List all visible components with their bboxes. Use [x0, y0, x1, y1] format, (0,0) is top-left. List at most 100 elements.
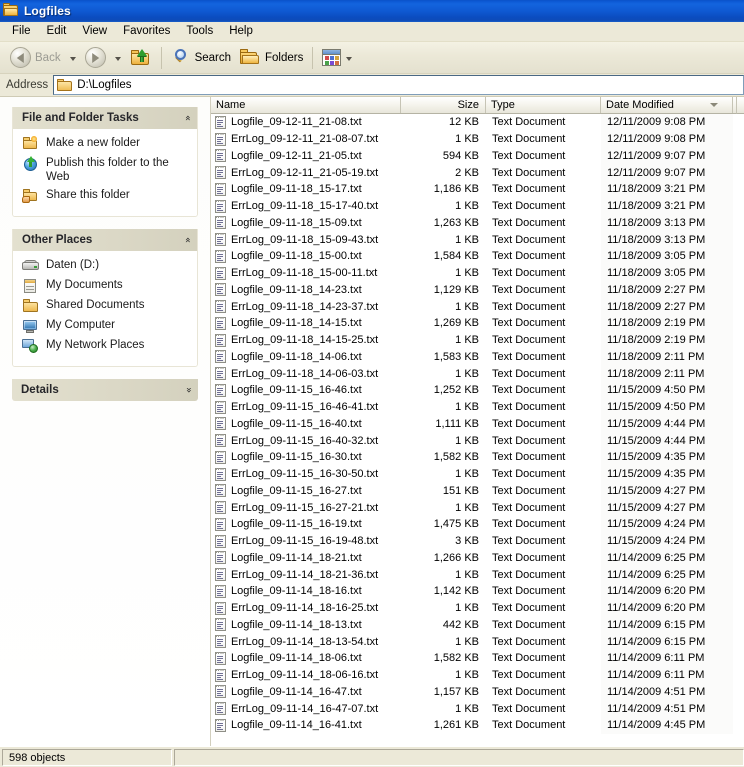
- column-header-name[interactable]: Name: [211, 97, 401, 113]
- table-row[interactable]: ErrLog_09-11-14_18-16-25.txt 1 KB Text Doc…: [211, 599, 744, 617]
- table-row[interactable]: Logfile_09-11-18_15-00.txt 1,584 KB Text D…: [211, 248, 744, 265]
- views-dropdown-chevron-icon[interactable]: [346, 56, 353, 61]
- table-row[interactable]: Logfile_09-11-14_18-21.txt 1,266 KB Text D…: [211, 549, 744, 567]
- cell-date-modified: 11/18/2009 3:21 PM: [601, 197, 733, 215]
- file-list-rows: Logfile_09-12-11_21-08.txt 12 KB Text Docu…: [211, 114, 744, 746]
- task-share-this-folder[interactable]: Share this folder: [22, 188, 191, 204]
- column-header-date-modified[interactable]: Date Modified: [601, 97, 733, 113]
- table-row[interactable]: Logfile_09-11-15_16-27.txt 151 KB Text Doc…: [211, 482, 744, 500]
- menu-item-view[interactable]: View: [74, 23, 115, 40]
- table-row[interactable]: Logfile_09-11-14_18-16.txt 1,142 KB Text D…: [211, 583, 744, 600]
- file-name: Logfile_09-11-18_15-00.txt: [231, 250, 362, 263]
- chevron-up-icon[interactable]: «: [182, 115, 193, 121]
- text-document-icon: [215, 534, 226, 548]
- table-row[interactable]: ErrLog_09-11-14_18-21-36.txt 1 KB Text Doc…: [211, 566, 744, 583]
- table-row[interactable]: ErrLog_09-11-18_14-23-37.txt 1 KB Text Doc…: [211, 298, 744, 315]
- back-button[interactable]: Back: [6, 46, 65, 70]
- cell-type: Text Document: [492, 618, 566, 631]
- cell-name: Logfile_09-11-18_15-09.txt: [211, 216, 401, 230]
- address-input[interactable]: D:\Logfiles: [53, 75, 744, 95]
- place-label: My Documents: [46, 279, 123, 291]
- table-row[interactable]: Logfile_09-11-14_16-41.txt 1,261 KB Text D…: [211, 717, 744, 734]
- table-row[interactable]: ErrLog_09-11-14_18-06-16.txt 1 KB Text Doc…: [211, 666, 744, 684]
- cell-name: Logfile_09-11-18_15-00.txt: [211, 249, 401, 263]
- folders-button[interactable]: Folders: [235, 46, 307, 70]
- table-row[interactable]: ErrLog_09-12-11_21-05-19.txt 2 KB Text Doc…: [211, 164, 744, 181]
- table-row[interactable]: ErrLog_09-11-18_14-15-25.txt 1 KB Text Doc…: [211, 331, 744, 349]
- new-folder-icon: [22, 136, 40, 152]
- table-row[interactable]: ErrLog_09-11-18_15-09-43.txt 1 KB Text Doc…: [211, 231, 744, 248]
- table-row[interactable]: ErrLog_09-11-14_16-47-07.txt 1 KB Text Doc…: [211, 700, 744, 717]
- cell-size: 1 KB: [455, 401, 479, 414]
- menu-item-edit[interactable]: Edit: [39, 23, 75, 40]
- column-header-type[interactable]: Type: [486, 97, 601, 113]
- toolbar-separator-2: [312, 46, 314, 69]
- cell-size: 1 KB: [455, 602, 479, 615]
- back-dropdown-chevron-icon[interactable]: [69, 56, 76, 61]
- cell-size: 2 KB: [455, 166, 479, 179]
- text-document-icon: [215, 568, 226, 582]
- table-row[interactable]: Logfile_09-11-18_14-15.txt 1,269 KB Text D…: [211, 315, 744, 332]
- table-row[interactable]: Logfile_09-11-18_14-23.txt 1,129 KB Text D…: [211, 281, 744, 299]
- cell-name: ErrLog_09-11-14_16-47-07.txt: [211, 702, 401, 716]
- forward-dropdown-chevron-icon[interactable]: [114, 56, 121, 61]
- table-row[interactable]: ErrLog_09-11-18_15-00-11.txt 1 KB Text Doc…: [211, 264, 744, 282]
- table-row[interactable]: ErrLog_09-11-15_16-30-50.txt 1 KB Text Doc…: [211, 465, 744, 483]
- cell-date-modified: 11/15/2009 4:24 PM: [601, 516, 733, 533]
- up-folder-icon: [130, 48, 152, 68]
- cell-date-modified: 11/14/2009 6:20 PM: [601, 599, 733, 617]
- file-name: Logfile_09-11-15_16-46.txt: [231, 384, 362, 397]
- table-row[interactable]: Logfile_09-11-15_16-46.txt 1,252 KB Text D…: [211, 382, 744, 399]
- table-row[interactable]: ErrLog_09-11-15_16-27-21.txt 1 KB Text Doc…: [211, 499, 744, 516]
- table-row[interactable]: Logfile_09-11-15_16-40.txt 1,111 KB Text D…: [211, 415, 744, 433]
- chevron-down-icon[interactable]: »: [183, 387, 194, 393]
- table-row[interactable]: ErrLog_09-11-15_16-40-32.txt 1 KB Text Doc…: [211, 432, 744, 449]
- table-row[interactable]: Logfile_09-11-14_16-47.txt 1,157 KB Text D…: [211, 683, 744, 701]
- table-row[interactable]: ErrLog_09-11-15_16-19-48.txt 3 KB Text Doc…: [211, 532, 744, 550]
- table-row[interactable]: Logfile_09-12-11_21-05.txt 594 KB Text Doc…: [211, 147, 744, 165]
- table-row[interactable]: Logfile_09-12-11_21-08.txt 12 KB Text Docu…: [211, 114, 744, 131]
- table-row[interactable]: Logfile_09-11-18_14-06.txt 1,583 KB Text D…: [211, 348, 744, 366]
- menu-item-file[interactable]: File: [4, 23, 39, 40]
- menu-item-help[interactable]: Help: [221, 23, 261, 40]
- place-my-documents[interactable]: My Documents: [22, 278, 191, 294]
- panel-header-details[interactable]: Details »: [12, 379, 198, 401]
- cell-size: 1 KB: [455, 501, 479, 514]
- panel-header-file-and-folder-tasks[interactable]: File and Folder Tasks «: [13, 107, 197, 129]
- table-row[interactable]: Logfile_09-11-14_18-06.txt 1,582 KB Text D…: [211, 650, 744, 667]
- file-name: ErrLog_09-12-11_21-05-19.txt: [231, 166, 379, 179]
- text-document-icon: [215, 517, 226, 531]
- file-name: Logfile_09-11-15_16-40.txt: [231, 417, 362, 430]
- search-button[interactable]: Search: [167, 46, 235, 70]
- table-row[interactable]: Logfile_09-11-14_18-13.txt 442 KB Text Doc…: [211, 616, 744, 634]
- menu-item-favorites[interactable]: Favorites: [115, 23, 178, 40]
- place-my-computer[interactable]: My Computer: [22, 318, 191, 334]
- table-row[interactable]: Logfile_09-11-15_16-19.txt 1,475 KB Text D…: [211, 516, 744, 533]
- place-shared-documents[interactable]: Shared Documents: [22, 298, 191, 314]
- menu-item-tools[interactable]: Tools: [178, 23, 221, 40]
- task-publish-this-folder-to-the-web[interactable]: Publish this folder to the Web: [22, 156, 191, 184]
- task-make-a-new-folder[interactable]: Make a new folder: [22, 136, 191, 152]
- table-row[interactable]: Logfile_09-11-15_16-30.txt 1,582 KB Text D…: [211, 449, 744, 466]
- cell-date-modified: 11/15/2009 4:50 PM: [601, 398, 733, 416]
- views-button[interactable]: [318, 46, 361, 70]
- panel-header-other-places[interactable]: Other Places «: [13, 229, 197, 251]
- table-row[interactable]: ErrLog_09-11-18_14-06-03.txt 1 KB Text Doc…: [211, 365, 744, 382]
- place-my-network-places[interactable]: My Network Places: [22, 338, 191, 354]
- file-name: Logfile_09-11-15_16-27.txt: [231, 484, 362, 497]
- table-row[interactable]: Logfile_09-11-18_15-17.txt 1,186 KB Text D…: [211, 181, 744, 198]
- cell-type: Text Document: [492, 518, 566, 531]
- text-document-icon: [215, 367, 226, 381]
- table-row[interactable]: ErrLog_09-11-15_16-46-41.txt 1 KB Text Doc…: [211, 398, 744, 416]
- column-header-size[interactable]: Size: [401, 97, 486, 113]
- table-row[interactable]: ErrLog_09-11-14_18-13-54.txt 1 KB Text Doc…: [211, 633, 744, 650]
- chevron-up-icon[interactable]: «: [182, 237, 193, 243]
- cell-date-modified: 11/15/2009 4:24 PM: [601, 532, 733, 550]
- table-row[interactable]: ErrLog_09-11-18_15-17-40.txt 1 KB Text Doc…: [211, 197, 744, 215]
- forward-button[interactable]: [81, 46, 110, 70]
- table-row[interactable]: ErrLog_09-12-11_21-08-07.txt 1 KB Text Doc…: [211, 130, 744, 148]
- panel-body-other-places: Daten (D:) My Documents Shared Documents…: [13, 251, 197, 366]
- place-daten-d[interactable]: Daten (D:): [22, 258, 191, 274]
- table-row[interactable]: Logfile_09-11-18_15-09.txt 1,263 KB Text D…: [211, 214, 744, 232]
- up-one-level-button[interactable]: [126, 46, 156, 70]
